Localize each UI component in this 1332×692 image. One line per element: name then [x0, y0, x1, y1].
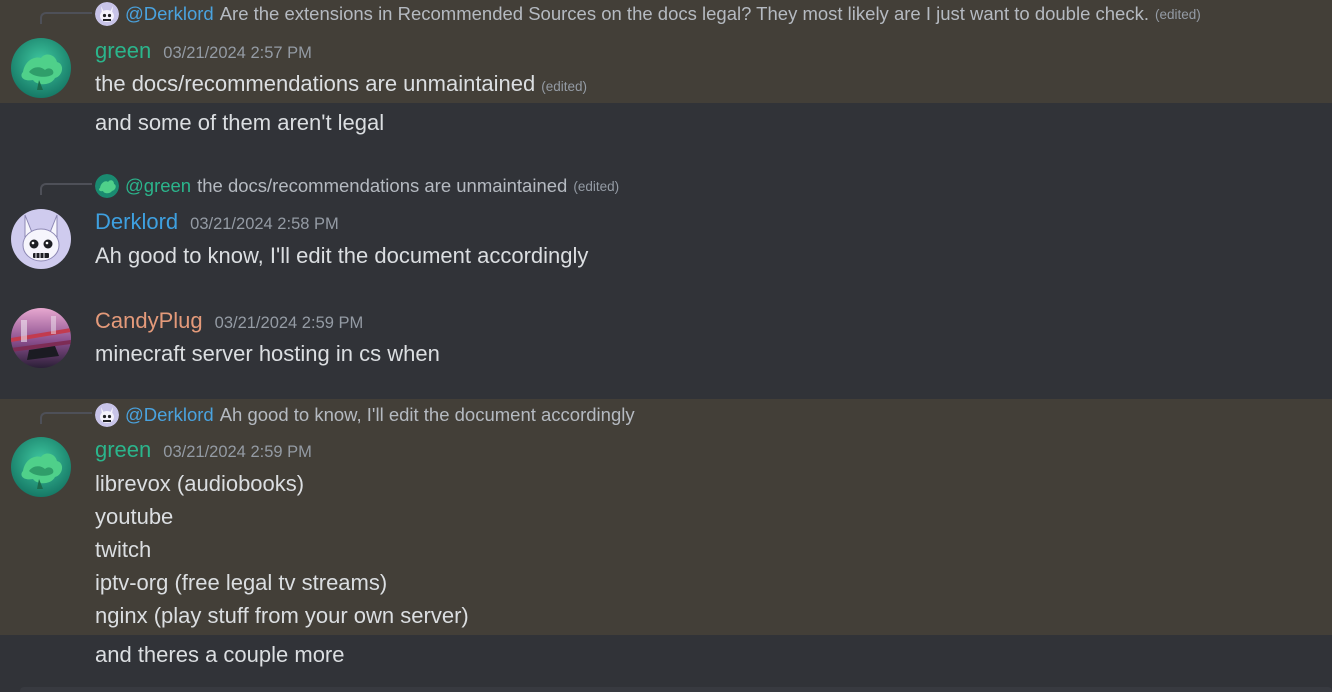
- reply-edited-label: (edited): [573, 178, 620, 194]
- username[interactable]: green: [95, 437, 151, 463]
- timestamp[interactable]: 03/21/2024 2:59 PM: [215, 314, 364, 333]
- green-avatar[interactable]: [11, 38, 71, 98]
- username[interactable]: CandyPlug: [95, 308, 203, 334]
- message-line: librevox (audiobooks): [95, 471, 305, 496]
- derklord-avatar[interactable]: [11, 209, 71, 269]
- reply-preview[interactable]: @Derklord Ah good to know, I'll edit the…: [95, 403, 635, 427]
- message-line: youtube: [95, 504, 174, 529]
- message-line: iptv-org (free legal tv streams): [95, 570, 388, 595]
- reply-edited-label: (edited): [1154, 6, 1201, 22]
- reply-text: Ah good to know, I'll edit the document …: [219, 404, 635, 425]
- reply-connector: [40, 412, 92, 424]
- message-group-highlighted: @Derklord Ah good to know, I'll edit the…: [0, 399, 1332, 635]
- message-header: green 03/21/2024 2:57 PM: [95, 38, 312, 66]
- reply-preview[interactable]: @green the docs/recommendations are unma…: [95, 174, 620, 198]
- reply-mention[interactable]: @Derklord: [125, 3, 214, 25]
- reply-text: the docs/recommendations are unmaintaine…: [197, 175, 568, 196]
- message-group-highlighted: @Derklord Are the extensions in Recommen…: [0, 0, 1332, 103]
- timestamp[interactable]: 03/21/2024 2:57 PM: [163, 44, 312, 63]
- message-header: CandyPlug 03/21/2024 2:59 PM: [95, 308, 363, 336]
- message-line: Ah good to know, I'll edit the document …: [95, 243, 589, 268]
- reply-preview[interactable]: @Derklord Are the extensions in Recommen…: [95, 2, 1201, 26]
- username[interactable]: Derklord: [95, 209, 178, 235]
- message-line: minecraft server hosting in cs when: [95, 341, 440, 366]
- message-text: the docs/recommendations are unmaintaine…: [95, 71, 536, 96]
- green-mini-avatar: [95, 174, 119, 198]
- reply-text: Are the extensions in Recommended Source…: [219, 3, 1149, 24]
- message-header: green 03/21/2024 2:59 PM: [95, 437, 312, 465]
- reply-mention[interactable]: @Derklord: [125, 404, 214, 426]
- timestamp[interactable]: 03/21/2024 2:58 PM: [190, 215, 339, 234]
- derklord-mini-avatar: [95, 403, 119, 427]
- message-header: Derklord 03/21/2024 2:58 PM: [95, 209, 339, 237]
- message-composer-edge[interactable]: [20, 687, 1332, 692]
- message-line: the docs/recommendations are unmaintaine…: [95, 69, 587, 99]
- reply-connector: [40, 12, 92, 24]
- timestamp[interactable]: 03/21/2024 2:59 PM: [163, 443, 312, 462]
- chat-message-list: @Derklord Are the extensions in Recommen…: [0, 0, 1332, 692]
- reply-mention[interactable]: @green: [125, 175, 191, 197]
- username[interactable]: green: [95, 38, 151, 64]
- message-line: and some of them aren't legal: [95, 110, 385, 135]
- reply-connector: [40, 183, 92, 195]
- message-line: twitch: [95, 537, 152, 562]
- derklord-mini-avatar: [95, 2, 119, 26]
- edited-label: (edited): [541, 79, 588, 94]
- green-avatar[interactable]: [11, 437, 71, 497]
- candyplug-avatar[interactable]: [11, 308, 71, 368]
- message-line: nginx (play stuff from your own server): [95, 603, 469, 628]
- message-line: and theres a couple more: [95, 642, 345, 667]
